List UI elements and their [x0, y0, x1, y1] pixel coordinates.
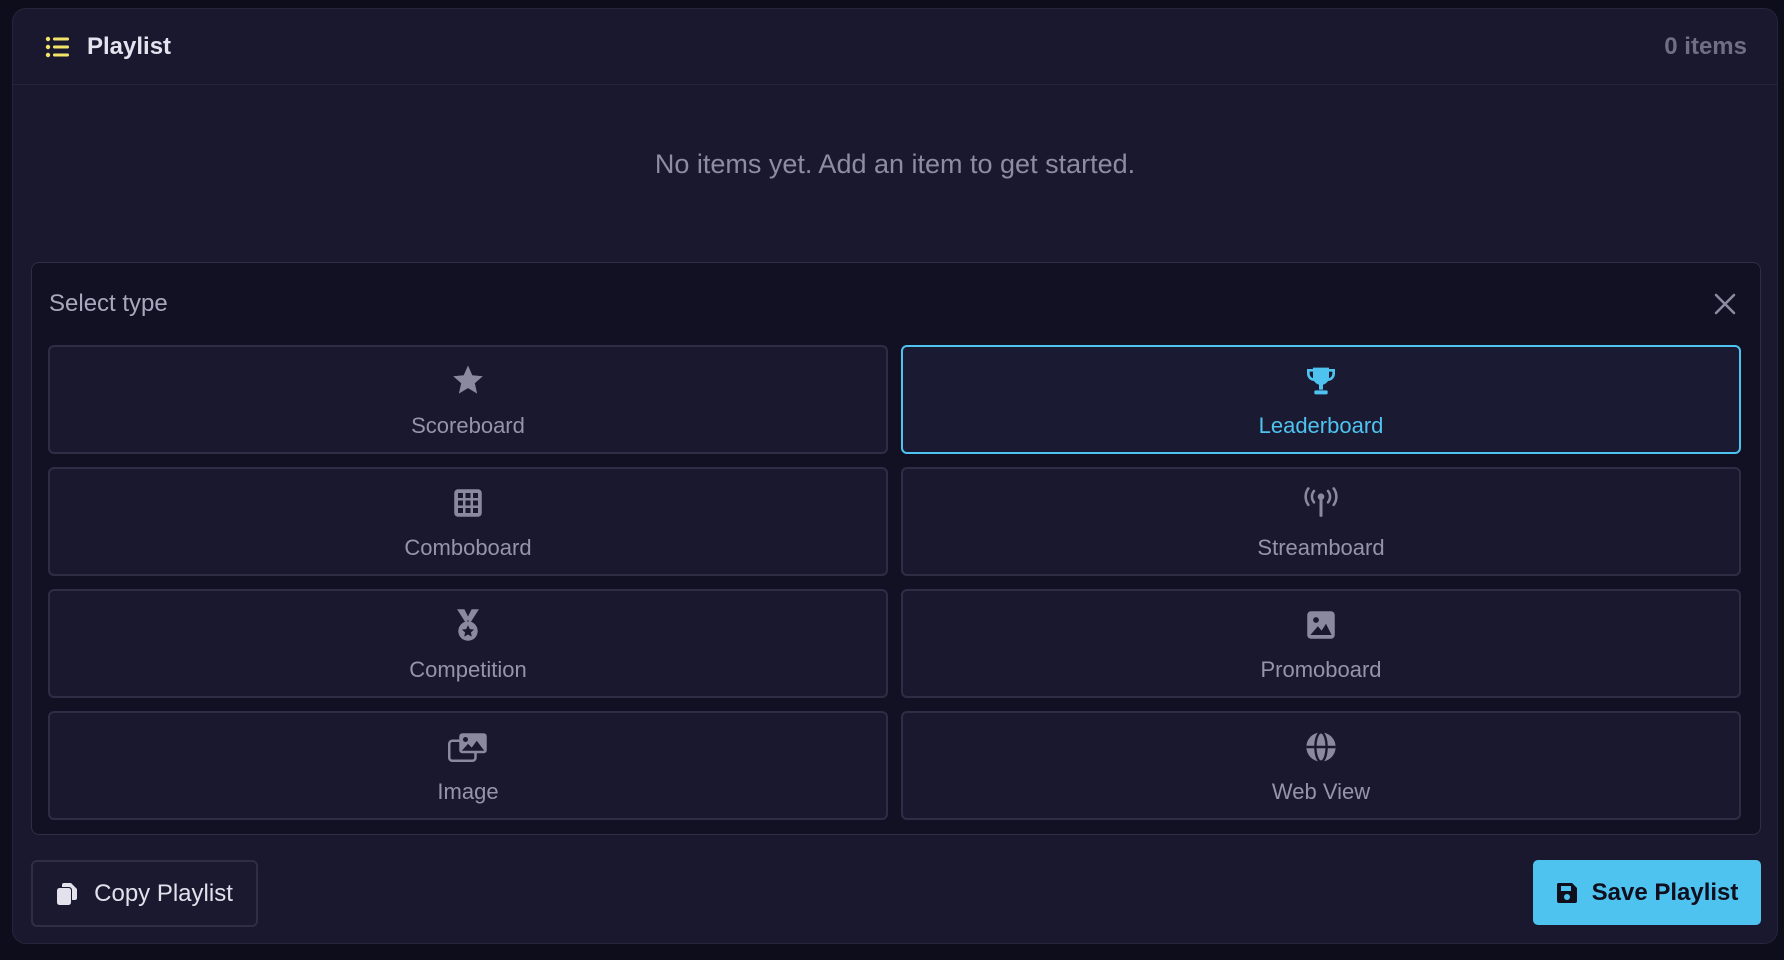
option-label: Leaderboard: [1258, 412, 1384, 438]
item-count: 0 items: [1664, 32, 1747, 60]
star-icon: [448, 361, 488, 401]
empty-state-message: No items yet. Add an item to get started…: [654, 148, 1136, 179]
option-label: Streamboard: [1257, 534, 1385, 560]
medal-icon: [448, 605, 488, 645]
option-web-view[interactable]: Web View: [901, 711, 1741, 820]
header-left: Playlist: [45, 33, 171, 61]
option-streamboard[interactable]: Streamboard: [901, 467, 1741, 576]
image-icon: [1301, 605, 1341, 645]
copy-icon: [56, 882, 78, 906]
option-label: Scoreboard: [411, 412, 525, 438]
option-scoreboard[interactable]: Scoreboard: [48, 345, 888, 454]
type-selector: Select type Scoreboard Leaderboard Combo…: [31, 262, 1761, 835]
playlist-header: Playlist 0 items: [13, 9, 1777, 85]
option-comboboard[interactable]: Comboboard: [48, 467, 888, 576]
copy-playlist-button[interactable]: Copy Playlist: [31, 860, 258, 927]
option-label: Promoboard: [1260, 656, 1382, 682]
type-options-grid: Scoreboard Leaderboard Comboboard Stream…: [48, 345, 1741, 820]
broadcast-tower-icon: [1301, 483, 1341, 523]
images-icon: [448, 727, 488, 767]
close-icon: [1714, 293, 1736, 315]
trophy-icon: [1301, 361, 1341, 401]
option-label: Comboboard: [404, 534, 532, 560]
type-selector-header: Select type: [32, 263, 1760, 345]
playlist-panel: Playlist 0 items No items yet. Add an it…: [12, 8, 1778, 944]
option-competition[interactable]: Competition: [48, 589, 888, 698]
type-selector-title: Select type: [49, 290, 168, 317]
option-label: Competition: [409, 656, 527, 682]
list-icon: [45, 36, 69, 58]
close-button[interactable]: [1710, 289, 1740, 319]
option-label: Image: [437, 778, 499, 804]
option-leaderboard[interactable]: Leaderboard: [901, 345, 1741, 454]
save-playlist-button[interactable]: Save Playlist: [1533, 860, 1761, 925]
page-title: Playlist: [87, 32, 172, 60]
option-label: Web View: [1271, 778, 1371, 804]
option-promoboard[interactable]: Promoboard: [901, 589, 1741, 698]
option-image[interactable]: Image: [48, 711, 888, 820]
globe-icon: [1301, 727, 1341, 767]
save-playlist-label: Save Playlist: [1591, 878, 1739, 906]
grid-icon: [448, 483, 488, 523]
floppy-disk-icon: [1556, 882, 1578, 904]
copy-playlist-label: Copy Playlist: [94, 879, 233, 907]
